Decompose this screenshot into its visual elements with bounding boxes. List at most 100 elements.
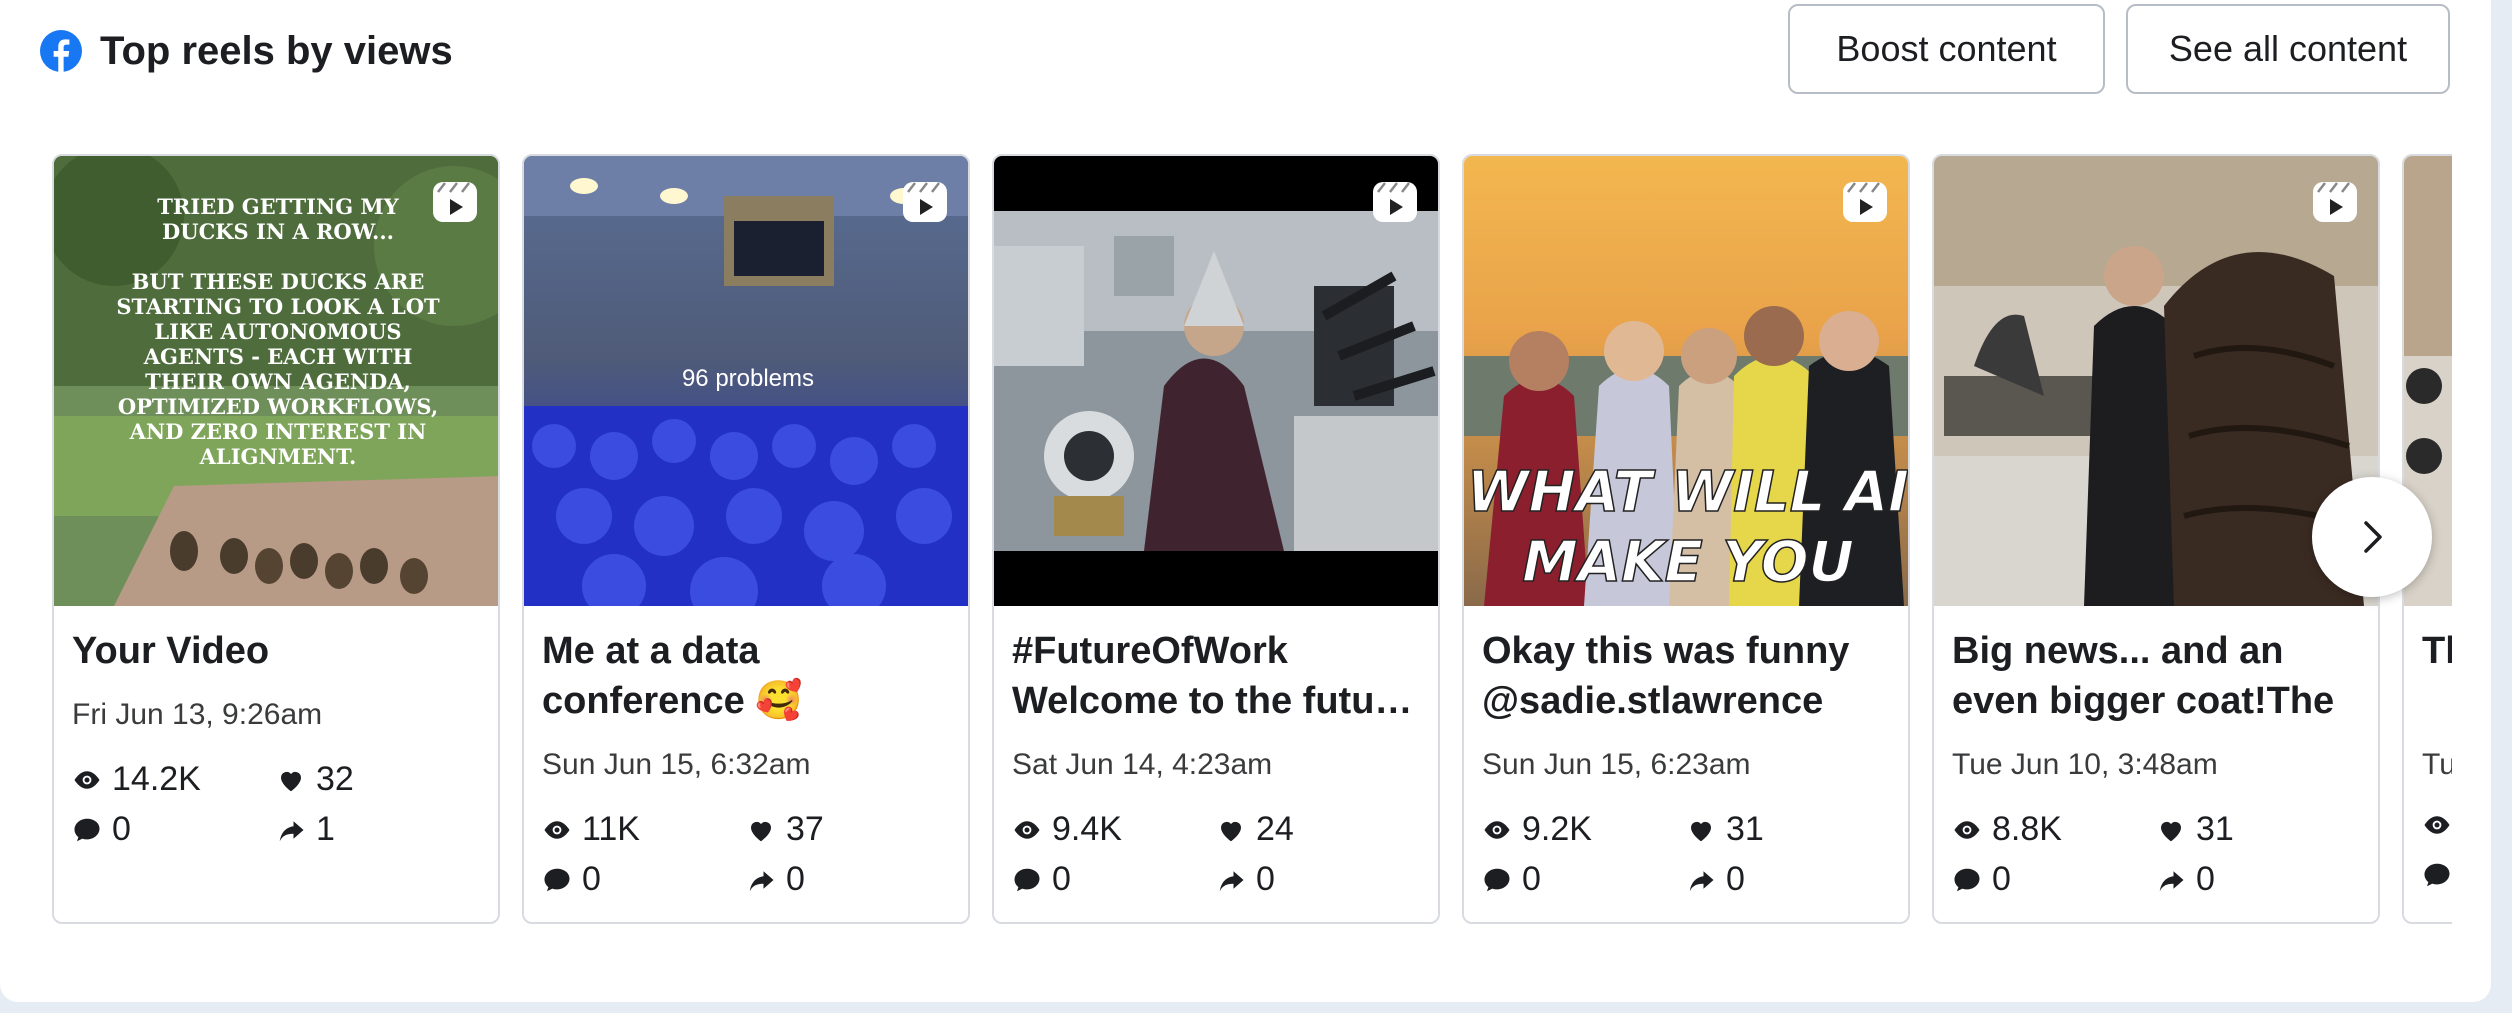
heart-icon <box>1691 821 1711 841</box>
views-stat: 8.8K <box>1952 810 2062 849</box>
likes-count: 24 <box>1256 810 1294 848</box>
heart-icon <box>281 771 301 791</box>
facebook-icon <box>40 30 82 72</box>
eye-icon <box>544 820 570 839</box>
reel-date: Tue Jun 10, 3:48am <box>1952 748 2218 781</box>
comment-icon <box>1484 868 1510 891</box>
reel-date: Tu <box>2422 748 2452 781</box>
comment-icon <box>2424 863 2450 887</box>
reel-date: Sat Jun 14, 4:23am <box>1012 748 1273 781</box>
thumbnail-overlay-text: MAKE YOU <box>1522 530 1854 595</box>
likes-stat: 24 <box>1216 810 1294 849</box>
comment-icon <box>74 818 100 841</box>
reel-caption[interactable]: Your Video <box>72 626 484 676</box>
shares-count: 0 <box>1726 860 1745 898</box>
heart-icon <box>751 821 771 841</box>
eye-icon <box>74 770 100 789</box>
shares-count: 1 <box>316 810 335 848</box>
comments-count: 0 <box>1522 860 1541 898</box>
thumbnail-overlay-text: WHAT WILL AI <box>1467 460 1908 525</box>
shares-stat: 0 <box>1216 860 1275 899</box>
likes-stat: 32 <box>276 760 354 799</box>
see-all-content-button[interactable]: See all content <box>2126 4 2450 94</box>
carousel-next-button[interactable] <box>2312 477 2432 597</box>
thumbnail-overlay-text: AND ZERO INTEREST IN <box>129 419 427 444</box>
thumbnail-overlay-text: STARTING TO LOOK A LOT <box>116 294 440 319</box>
reel-date: Sun Jun 15, 6:23am <box>1482 748 1751 781</box>
eye-icon <box>2424 816 2450 834</box>
comment-icon <box>544 868 570 891</box>
likes-count: 31 <box>1726 810 1764 848</box>
page-title: Top reels by views <box>100 29 453 73</box>
views-count: 8.8K <box>1992 810 2062 848</box>
views-stat: 14.2K <box>72 760 201 799</box>
reel-card[interactable]: WHAT WILL AI MAKE YOU Okay this was funny… <box>1462 154 1910 924</box>
comments-count: 0 <box>582 860 601 898</box>
shares-count: 0 <box>2196 860 2215 898</box>
reel-caption[interactable]: Okay this was funny @sadie.stlawrence <box>1482 626 1894 726</box>
page-background-edge <box>2491 0 2512 1013</box>
eye-icon <box>1014 820 1040 839</box>
top-reels-panel: Top reels by views Boost content See all… <box>0 0 2491 1002</box>
views-count: 14.2K <box>112 760 201 798</box>
views-stat: 11K <box>542 810 640 849</box>
heart-icon <box>2161 821 2181 841</box>
reel-caption[interactable]: Big news... and an even bigger coat!The <box>1952 626 2364 726</box>
shares-count: 0 <box>1256 860 1275 898</box>
thumbnail-overlay-text: 96 problems <box>682 365 814 392</box>
heart-icon <box>1221 821 1241 841</box>
share-icon <box>1689 870 1714 891</box>
views-count: 11K <box>582 810 640 848</box>
likes-count: 37 <box>786 810 824 848</box>
reels-icon <box>433 182 477 222</box>
shares-stat: 0 <box>2156 860 2215 899</box>
thumbnail-overlay-text: OPTIMIZED WORKFLOWS, <box>118 394 438 419</box>
thumbnail-overlay-text: THEIR OWN AGENDA, <box>145 369 411 394</box>
reels-icon <box>1843 182 1887 222</box>
reel-caption[interactable]: Me at a data conference 🥰 <box>542 626 954 726</box>
reel-card[interactable]: 96 problems Me at a data conference 🥰 Su… <box>522 154 970 924</box>
eye-icon <box>1484 820 1510 839</box>
thumbnail-overlay-text: DUCKS IN A ROW... <box>162 219 394 244</box>
shares-stat: 0 <box>746 860 805 899</box>
thumbnail-overlay-text: ALIGNMENT. <box>199 444 357 469</box>
comments-stat <box>2422 860 2452 890</box>
reel-date: Sun Jun 15, 6:32am <box>542 748 811 781</box>
views-stat: 9.4K <box>1012 810 1122 849</box>
reel-caption[interactable]: Th la <box>2422 626 2452 676</box>
likes-stat: 37 <box>746 810 824 849</box>
reels-icon <box>2313 182 2357 222</box>
share-icon <box>279 820 304 841</box>
views-count: 9.4K <box>1052 810 1122 848</box>
shares-count: 0 <box>786 860 805 898</box>
likes-stat: 31 <box>1686 810 1764 849</box>
panel-header: Top reels by views Boost content See all… <box>0 0 2491 100</box>
shares-stat: 0 <box>1686 860 1745 899</box>
views-stat <box>2422 810 2452 840</box>
reels-carousel: TRIED GETTING MY DUCKS IN A ROW... BUT THE… <box>52 154 2452 924</box>
reels-icon <box>903 182 947 222</box>
views-stat: 9.2K <box>1482 810 1592 849</box>
comments-count: 0 <box>1052 860 1071 898</box>
reel-card[interactable]: #FutureOfWork Welcome to the future of w… <box>992 154 1440 924</box>
reel-caption[interactable]: #FutureOfWork Welcome to the future of w… <box>1012 626 1424 726</box>
likes-count: 32 <box>316 760 354 798</box>
reels-icon <box>1373 182 1417 222</box>
comments-count: 0 <box>1992 860 2011 898</box>
comments-stat: 0 <box>1012 860 1071 899</box>
boost-content-button[interactable]: Boost content <box>1788 4 2105 94</box>
thumbnail-overlay-text: AGENTS - EACH WITH <box>143 344 413 369</box>
reel-date: Fri Jun 13, 9:26am <box>72 698 323 731</box>
likes-stat: 31 <box>2156 810 2234 849</box>
thumbnail-overlay-text: BUT THESE DUCKS ARE <box>132 269 425 294</box>
comments-stat: 0 <box>1482 860 1541 899</box>
thumbnail-overlay-text: TRIED GETTING MY <box>157 194 399 219</box>
comment-icon <box>1954 868 1980 891</box>
reel-card[interactable]: TRIED GETTING MY DUCKS IN A ROW... BUT THE… <box>52 154 500 924</box>
eye-icon <box>1954 820 1980 839</box>
comments-count: 0 <box>112 810 131 848</box>
comment-icon <box>1014 868 1040 891</box>
comments-stat: 0 <box>1952 860 2011 899</box>
views-count: 9.2K <box>1522 810 1592 848</box>
chevron-right-icon <box>2364 521 2382 553</box>
